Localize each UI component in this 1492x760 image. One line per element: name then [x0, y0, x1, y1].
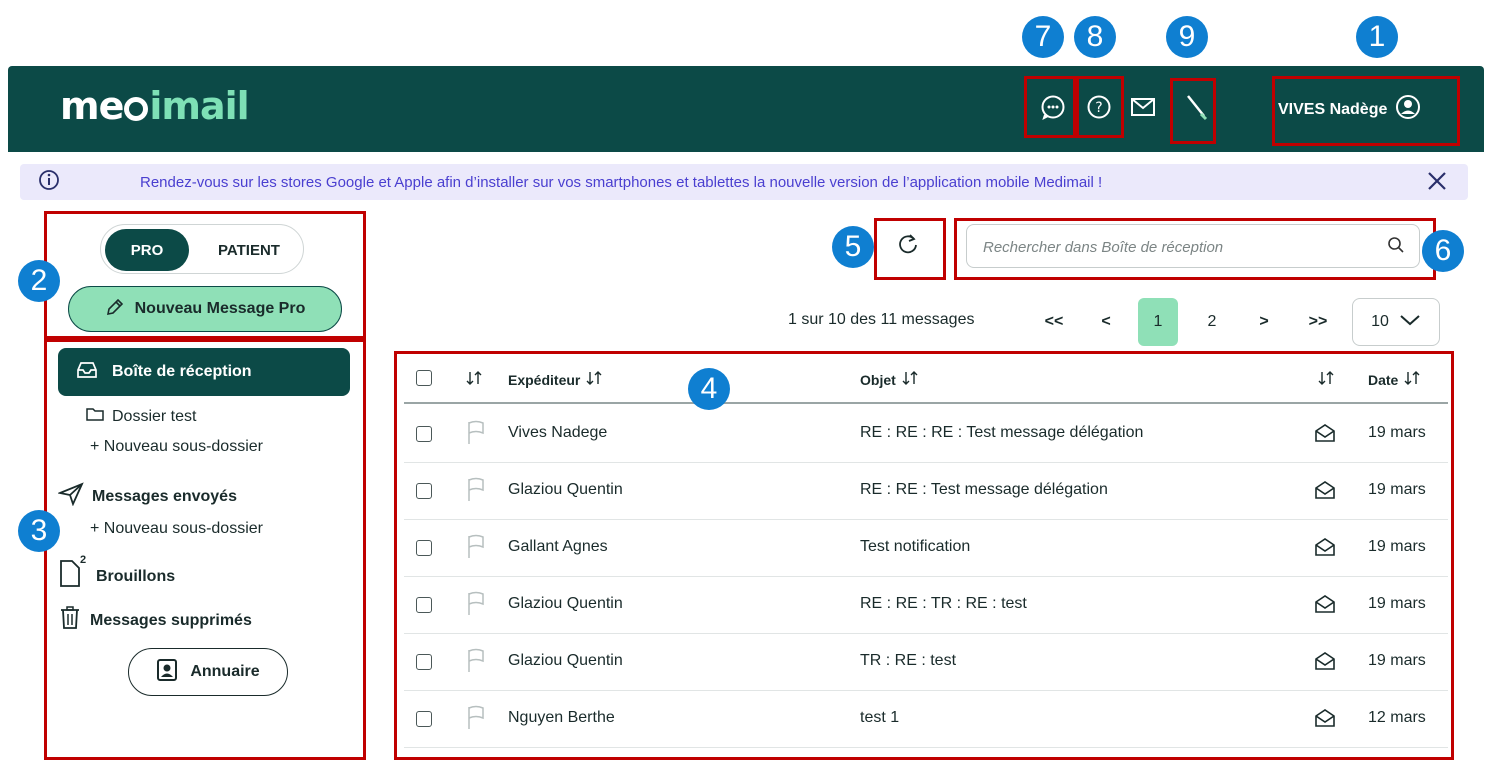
- annotation-badge-6: 6: [1422, 230, 1464, 272]
- logo-text-imail: imail: [149, 84, 249, 128]
- annotation-badge-1: 1: [1356, 16, 1398, 58]
- annotation-box-8: [1076, 76, 1124, 138]
- info-icon: [38, 169, 60, 196]
- close-icon[interactable]: [1426, 170, 1448, 197]
- logo-text-me: me: [60, 84, 124, 128]
- per-page-select[interactable]: 10: [1352, 298, 1440, 346]
- annotation-badge-5: 5: [832, 226, 874, 268]
- annotation-box-5: [874, 218, 946, 280]
- page-2-button[interactable]: 2: [1192, 298, 1232, 346]
- annotation-box-9: [1170, 78, 1216, 144]
- annotation-badge-2: 2: [18, 260, 60, 302]
- pagination-summary: 1 sur 10 des 11 messages: [788, 311, 975, 328]
- annotation-box-3: [44, 339, 366, 760]
- annotation-box-4: [394, 351, 1454, 760]
- annotation-badge-7: 7: [1022, 16, 1064, 58]
- page-1-button[interactable]: 1: [1138, 298, 1178, 346]
- prev-page-button[interactable]: <: [1086, 298, 1126, 346]
- top-header: me imail ? VIVES Nadège: [8, 66, 1484, 152]
- last-page-button[interactable]: >>: [1298, 298, 1338, 346]
- medimail-app: me imail ? VIVES Nadège Rendez-vous sur l…: [0, 0, 1492, 760]
- annotation-badge-3: 3: [18, 510, 60, 552]
- medimail-logo[interactable]: me imail: [60, 84, 250, 128]
- annotation-box-7: [1024, 76, 1076, 138]
- annotation-badge-9: 9: [1166, 16, 1208, 58]
- annotation-box-1: [1272, 76, 1460, 146]
- next-page-button[interactable]: >: [1244, 298, 1284, 346]
- annotation-box-2: [44, 211, 366, 339]
- annotation-badge-4: 4: [688, 368, 730, 410]
- annotation-badge-8: 8: [1074, 16, 1116, 58]
- info-banner: Rendez-vous sur les stores Google et App…: [20, 164, 1468, 200]
- chevron-down-icon: [1399, 313, 1421, 332]
- annotation-box-6: [954, 218, 1436, 280]
- first-page-button[interactable]: <<: [1034, 298, 1074, 346]
- info-banner-text: Rendez-vous sur les stores Google et App…: [140, 173, 1103, 191]
- mail-icon[interactable]: [1128, 92, 1158, 122]
- logo-dot: [124, 97, 149, 121]
- per-page-value: 10: [1371, 313, 1389, 330]
